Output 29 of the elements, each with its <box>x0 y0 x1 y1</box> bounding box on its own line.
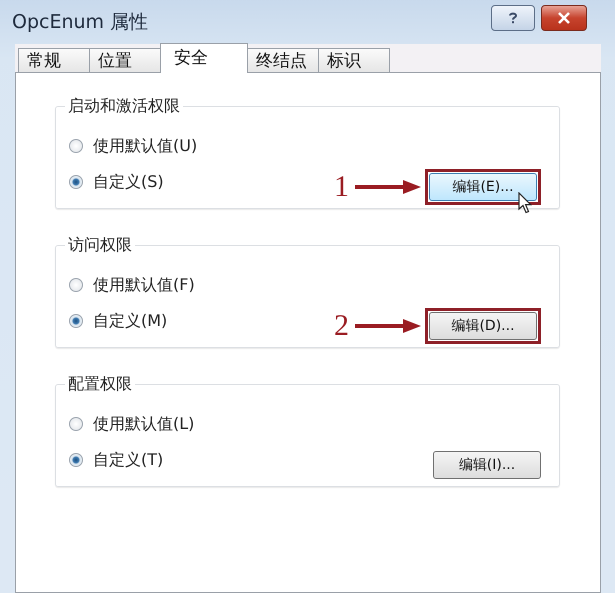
arrow-icon <box>355 318 421 334</box>
radio-label: 使用默认值(L) <box>93 414 194 434</box>
edit-button[interactable]: 编辑(I)... <box>433 451 541 479</box>
help-button[interactable] <box>491 5 535 31</box>
radio-label: 使用默认值(F) <box>93 274 195 296</box>
close-button[interactable] <box>541 5 587 31</box>
radio-button[interactable] <box>69 175 83 189</box>
tab[interactable]: 标识 <box>318 48 390 73</box>
help-icon <box>506 11 520 25</box>
radio-button[interactable] <box>69 139 83 153</box>
edit-button[interactable]: 编辑(E)... <box>429 173 537 201</box>
close-icon <box>557 11 571 25</box>
tab[interactable]: 终结点 <box>247 48 319 73</box>
radio-button[interactable] <box>69 278 83 292</box>
radio-label: 使用默认值(U) <box>93 136 198 156</box>
radio-button[interactable] <box>69 417 83 431</box>
arrow-icon <box>355 179 421 195</box>
radio-label: 自定义(M) <box>93 310 168 332</box>
annotation-number: 2 <box>334 311 349 341</box>
tab[interactable]: 常规 <box>18 48 90 73</box>
radio-label: 自定义(S) <box>93 172 164 192</box>
radio-button[interactable] <box>69 453 83 467</box>
window-title: OpcEnum 属性 <box>12 10 148 35</box>
radio-button[interactable] <box>69 314 83 328</box>
annotation-number: 1 <box>334 172 349 202</box>
radio-label: 自定义(T) <box>93 450 164 470</box>
tab[interactable]: 安全 <box>160 43 248 73</box>
tab[interactable]: 位置 <box>89 48 161 73</box>
edit-button[interactable]: 编辑(D)... <box>429 312 537 340</box>
